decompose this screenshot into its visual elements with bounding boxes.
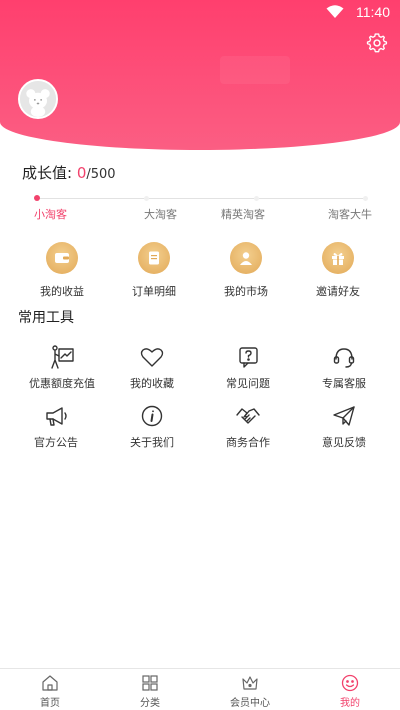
info-icon <box>139 403 165 429</box>
paper-plane-icon <box>331 403 357 429</box>
status-bar: 11:40 <box>0 0 400 24</box>
level-dot <box>144 196 149 201</box>
bear-avatar-icon <box>20 81 56 117</box>
handshake-icon <box>235 403 261 429</box>
grid-icon <box>142 675 158 691</box>
tab-category[interactable]: 分类 <box>100 674 200 709</box>
tab-member-center[interactable]: 会员中心 <box>200 674 300 709</box>
wifi-icon <box>326 5 344 18</box>
quick-action-label: 我的收益 <box>40 285 84 298</box>
growth-label: 成长值: <box>22 164 77 182</box>
level-dot <box>363 196 368 201</box>
quick-actions: 我的收益 订单明细 我的市场 邀请好友 <box>0 242 400 302</box>
level-label-current: 小淘客 <box>34 208 67 221</box>
profile-header: 11:40 <box>0 0 400 150</box>
tab-home[interactable]: 首页 <box>0 674 100 709</box>
tool-label: 专属客服 <box>322 377 366 390</box>
tab-label: 首页 <box>40 698 60 709</box>
quick-action-label: 邀请好友 <box>316 285 360 298</box>
level-dot <box>254 196 259 201</box>
tab-label: 会员中心 <box>230 698 270 709</box>
growth-current: 0 <box>76 164 87 182</box>
my-earnings-button[interactable]: 我的收益 <box>14 242 110 299</box>
tool-recharge[interactable]: 优惠额度充值 <box>12 344 112 391</box>
level-progress-track <box>34 195 368 201</box>
tool-label: 常见问题 <box>226 377 270 390</box>
tool-label: 商务合作 <box>226 436 270 449</box>
level-dot-active <box>34 195 40 201</box>
tools-section-title: 常用工具 <box>18 310 74 326</box>
username-placeholder <box>220 56 290 84</box>
tab-label: 我的 <box>340 698 360 709</box>
tool-label: 官方公告 <box>34 436 78 449</box>
growth-max: /500 <box>86 167 116 182</box>
invite-friends-button[interactable]: 邀请好友 <box>290 242 386 299</box>
tool-business-cooperation[interactable]: 商务合作 <box>198 403 298 450</box>
settings-gear-icon[interactable] <box>366 32 388 54</box>
smile-icon <box>341 674 359 692</box>
bottom-tab-bar: 首页 分类 会员中心 我的 <box>0 668 400 710</box>
status-time: 11:40 <box>356 4 390 20</box>
tool-about-us[interactable]: 关于我们 <box>102 403 202 450</box>
tool-label: 我的收藏 <box>130 377 174 390</box>
quick-action-label: 我的市场 <box>224 285 268 298</box>
order-list-icon <box>138 242 170 274</box>
home-icon <box>42 675 58 691</box>
my-market-button[interactable]: 我的市场 <box>198 242 294 299</box>
gift-icon <box>322 242 354 274</box>
tool-feedback[interactable]: 意见反馈 <box>294 403 394 450</box>
wallet-icon <box>46 242 78 274</box>
tool-label: 关于我们 <box>130 436 174 449</box>
tab-label: 分类 <box>140 698 160 709</box>
order-details-button[interactable]: 订单明细 <box>106 242 202 299</box>
quick-action-label: 订单明细 <box>132 285 176 298</box>
tool-favorites[interactable]: 我的收藏 <box>102 344 202 391</box>
tool-label: 意见反馈 <box>322 436 366 449</box>
megaphone-icon <box>43 403 69 429</box>
recharge-chart-icon <box>49 344 75 370</box>
tool-customer-service[interactable]: 专属客服 <box>294 344 394 391</box>
question-icon <box>235 344 261 370</box>
level-label: 精英淘客 <box>221 208 265 221</box>
level-label: 大淘客 <box>144 208 177 221</box>
level-label: 淘客大牛 <box>328 208 372 221</box>
tool-faq[interactable]: 常见问题 <box>198 344 298 391</box>
tool-label: 优惠额度充值 <box>29 377 95 390</box>
tab-mine[interactable]: 我的 <box>300 674 400 709</box>
headset-icon <box>331 344 357 370</box>
market-user-icon <box>230 242 262 274</box>
crown-icon <box>242 676 258 690</box>
avatar[interactable] <box>18 79 58 119</box>
heart-icon <box>139 344 165 370</box>
tool-announcements[interactable]: 官方公告 <box>6 403 106 450</box>
growth-value: 成长值: 0/500 <box>22 162 116 183</box>
